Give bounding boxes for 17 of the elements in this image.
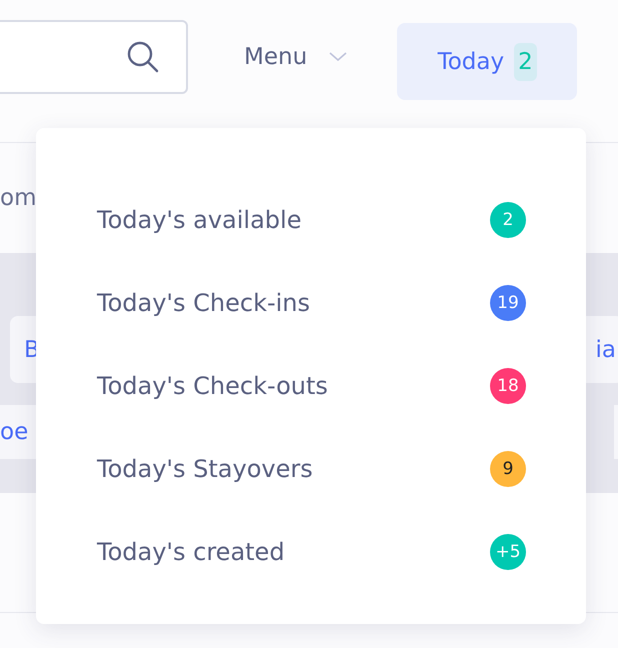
menu-item[interactable]: Today's available 2 (97, 178, 526, 261)
count-badge: 18 (490, 368, 526, 404)
count-badge: 2 (514, 42, 537, 80)
today-button[interactable]: Today 2 (397, 23, 578, 100)
count-badge: 9 (490, 450, 526, 486)
menu-item[interactable]: Today's created +5 (97, 510, 526, 593)
menu-item[interactable]: Today's Check-ins 19 (97, 261, 526, 344)
count-badge: 19 (490, 284, 526, 320)
search-icon (126, 40, 160, 74)
search-field[interactable] (0, 20, 188, 94)
chevron-down-icon (329, 52, 348, 62)
menu-dropdown[interactable]: Menu (244, 44, 348, 70)
menu-item[interactable]: Today's Stayovers 9 (97, 427, 526, 510)
section-label: om (0, 185, 36, 211)
menu-item[interactable]: Today's Check-outs 18 (97, 344, 526, 427)
count-badge: +5 (490, 534, 526, 570)
count-badge: 2 (490, 202, 526, 238)
